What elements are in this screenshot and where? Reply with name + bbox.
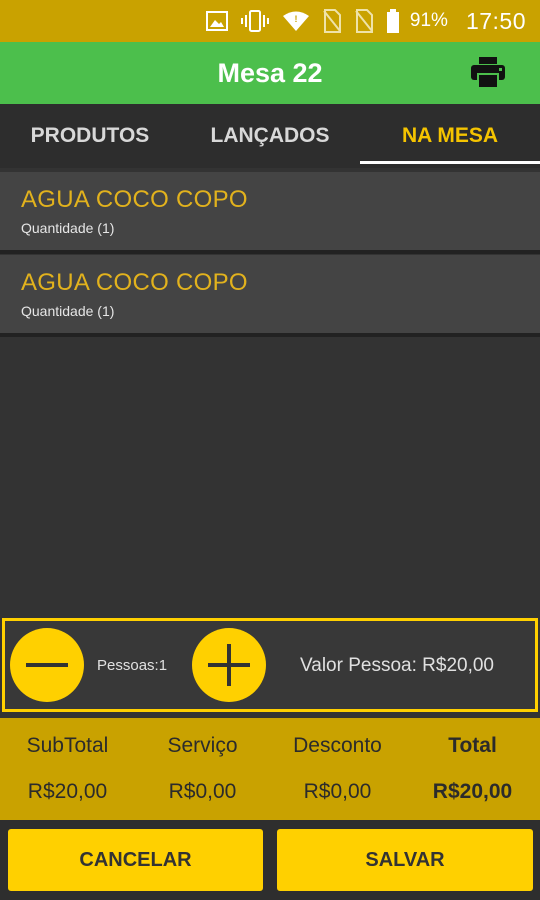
servico-value: R$0,00 — [168, 780, 237, 803]
desconto-column: Desconto R$0,00 — [270, 734, 405, 820]
subtotal-value: R$20,00 — [27, 780, 108, 803]
increase-people-button[interactable] — [192, 628, 266, 702]
app-bar: Mesa 22 — [0, 42, 540, 104]
total-value: R$20,00 — [432, 780, 513, 803]
list-item[interactable]: AGUA COCO COPO Quantidade (1) — [0, 172, 540, 254]
clock: 17:50 — [465, 7, 526, 34]
tab-bar: PRODUTOS LANÇADOS NA MESA — [0, 104, 540, 168]
item-name: AGUA COCO COPO — [21, 186, 248, 213]
value-per-person: Valor Pessoa: R$20,00 — [300, 655, 494, 676]
page-title: Mesa 22 — [217, 57, 323, 88]
item-quantity: Quantidade (1) — [21, 303, 115, 319]
vibrate-icon — [240, 9, 270, 33]
people-count: Pessoas:1 — [97, 657, 168, 674]
image-icon — [205, 11, 228, 31]
battery-icon — [386, 9, 400, 33]
svg-text:!: ! — [294, 14, 297, 24]
list-item[interactable]: AGUA COCO COPO Quantidade (1) — [0, 255, 540, 337]
item-list: AGUA COCO COPO Quantidade (1) AGUA COCO … — [0, 172, 540, 337]
subtotal-column: SubTotal R$20,00 — [0, 734, 135, 820]
tab-lancados[interactable]: LANÇADOS — [180, 104, 360, 168]
tab-na-mesa[interactable]: NA MESA — [360, 104, 540, 168]
battery-percent: 91% — [409, 10, 448, 31]
servico-label: Serviço — [167, 734, 238, 757]
wifi-icon: ! — [282, 10, 310, 32]
total-column: Total R$20,00 — [405, 734, 540, 820]
action-bar: CANCELAR SALVAR — [0, 820, 540, 900]
people-panel: Pessoas:1 Valor Pessoa: R$20,00 — [2, 618, 538, 712]
decrease-people-button[interactable] — [10, 628, 84, 702]
tab-produtos[interactable]: PRODUTOS — [0, 104, 180, 168]
cancel-button[interactable]: CANCELAR — [8, 829, 263, 891]
desconto-value: R$0,00 — [303, 780, 372, 803]
no-sim-icon — [354, 9, 374, 33]
minus-icon — [26, 663, 68, 667]
print-button[interactable] — [470, 56, 506, 90]
total-label: Total — [448, 734, 497, 757]
save-button[interactable]: SALVAR — [277, 829, 533, 891]
print-icon — [471, 57, 505, 89]
item-quantity: Quantidade (1) — [21, 220, 115, 236]
servico-column: Serviço R$0,00 — [135, 734, 270, 820]
totals-bar: SubTotal R$20,00 Serviço R$0,00 Desconto… — [0, 718, 540, 820]
desconto-label: Desconto — [293, 734, 382, 757]
item-name: AGUA COCO COPO — [21, 269, 248, 296]
no-sim-icon — [322, 9, 342, 33]
status-bar: ! 91% 17:50 — [0, 0, 540, 42]
subtotal-label: SubTotal — [26, 734, 109, 757]
